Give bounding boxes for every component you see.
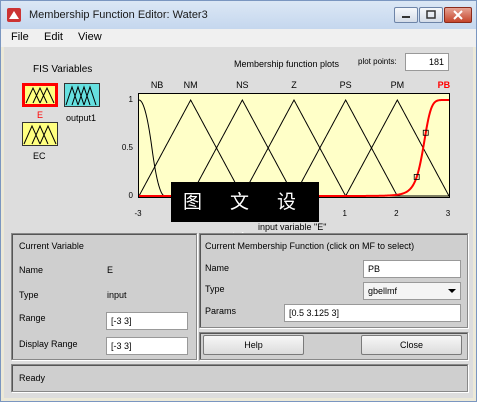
menu-view[interactable]: View xyxy=(78,31,102,43)
close-window-button[interactable] xyxy=(444,7,472,23)
cv-display-range-label: Display Range xyxy=(19,339,78,349)
mf-name-input[interactable]: PB xyxy=(363,260,461,278)
cv-type-value: input xyxy=(107,290,127,300)
mf-type-value: gbellmf xyxy=(368,286,398,296)
cv-name-label: Name xyxy=(19,265,44,275)
cv-name-value: E xyxy=(107,265,114,275)
plot-points-input[interactable]: 181 xyxy=(405,53,449,71)
status-panel xyxy=(11,364,468,392)
title-bar[interactable]: Membership Function Editor: Water3 xyxy=(1,1,476,30)
cv-display-range-input[interactable]: [-3 3] xyxy=(106,337,188,355)
window-title: Membership Function Editor: Water3 xyxy=(29,9,208,21)
menu-file[interactable]: File xyxy=(11,31,29,43)
fis-output-output1-label: output1 xyxy=(66,113,97,123)
fis-input-e-label: E xyxy=(37,110,44,120)
mf-type-select[interactable]: gbellmf xyxy=(363,282,461,300)
menu-edit[interactable]: Edit xyxy=(44,31,63,43)
mf-params-label: Params xyxy=(205,306,237,316)
help-button[interactable]: Help xyxy=(203,335,304,355)
fis-input-e[interactable] xyxy=(22,83,58,107)
fis-input-ec-label: EC xyxy=(33,151,46,161)
chevron-down-icon xyxy=(448,289,456,293)
mf-thumbnail-icon xyxy=(23,124,57,145)
maximize-icon xyxy=(426,10,436,19)
plot-points-label: plot points: xyxy=(358,57,397,66)
fis-variables-heading: FIS Variables xyxy=(33,64,93,75)
mf-editor-window: Membership Function Editor: Water3 File … xyxy=(0,0,477,402)
current-mf-heading: Current Membership Function (click on MF… xyxy=(205,241,415,251)
plot-title: Membership function plots xyxy=(234,59,340,69)
mf-thumbnail-icon xyxy=(25,86,55,104)
minimize-button[interactable] xyxy=(394,7,418,23)
close-icon xyxy=(453,10,463,20)
cv-type-label: Type xyxy=(19,290,39,300)
mf-type-label: Type xyxy=(205,284,225,294)
minimize-icon xyxy=(402,16,410,18)
mf-thumbnail-icon xyxy=(65,85,97,106)
mf-name-label: Name xyxy=(205,263,230,273)
watermark-overlay: 图 文 设 计 xyxy=(171,182,319,253)
status-text: Ready xyxy=(19,373,46,383)
matlab-icon xyxy=(7,8,21,22)
plot-xlabel: input variable "E" xyxy=(258,222,327,232)
fis-output-output1[interactable] xyxy=(64,83,100,107)
current-variable-heading: Current Variable xyxy=(19,241,84,251)
fis-input-ec[interactable] xyxy=(22,122,58,146)
cv-range-input[interactable]: [-3 3] xyxy=(106,312,188,330)
close-button[interactable]: Close xyxy=(361,335,462,355)
maximize-button[interactable] xyxy=(419,7,443,23)
menu-bar: File Edit View xyxy=(1,29,476,47)
mf-params-input[interactable]: [0.5 3.125 3] xyxy=(284,304,461,322)
cv-range-label: Range xyxy=(19,313,46,323)
